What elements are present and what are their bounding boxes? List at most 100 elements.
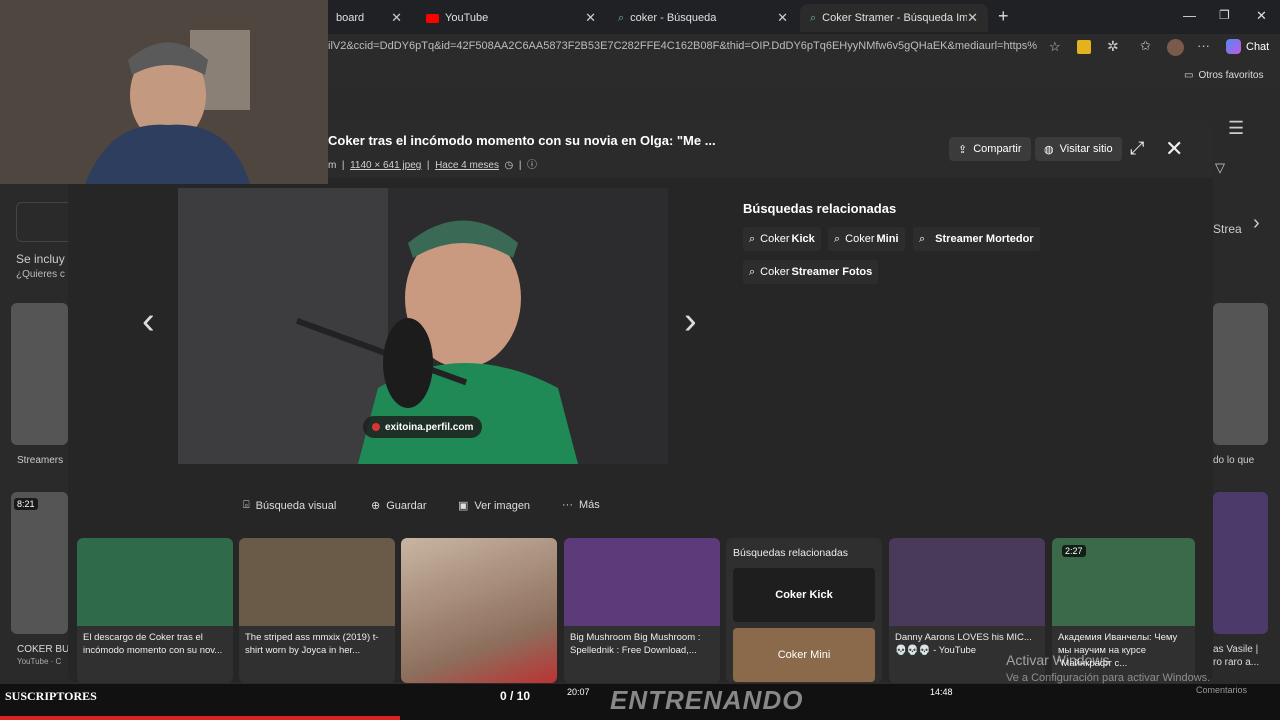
new-tab-button[interactable]: + [998, 6, 1009, 27]
carousel-thumbnail [401, 538, 557, 683]
related-chip[interactable]: ⌕ Coker Streamer Fotos [743, 260, 879, 284]
carousel-item[interactable]: The striped ass mmxix (2019) t-shirt wor… [239, 538, 395, 683]
carousel-item[interactable]: Big Mushroom Big Mushroom : Spellednik :… [564, 538, 720, 683]
bg-text: ro raro a... [1213, 657, 1260, 668]
related-card-title: Búsquedas relacionadas [733, 547, 848, 559]
puzzle-icon[interactable]: ✲ [1107, 38, 1119, 55]
source-label: exitoina.perfil.com [385, 421, 474, 433]
related-card-item[interactable]: Coker Kick [733, 568, 875, 622]
carousel-thumbnail [564, 538, 720, 626]
next-arrow-icon[interactable]: › [684, 300, 697, 343]
more-icon[interactable]: ··· [1197, 38, 1210, 53]
duration-badge: 20:07 [567, 687, 590, 697]
image-thumbnail[interactable] [1213, 492, 1268, 634]
share-button[interactable]: ⇪ Compartir [949, 137, 1031, 161]
image-dimensions[interactable]: 1140 × 641 jpeg [350, 160, 421, 171]
carousel-thumbnail [239, 538, 395, 626]
close-icon[interactable]: ✕ [391, 10, 402, 26]
carousel-item[interactable]: El descargo de Coker tras el incómodo mo… [77, 538, 233, 683]
action-label: Búsqueda visual [255, 499, 337, 512]
share-label: Compartir [973, 143, 1022, 155]
avatar[interactable] [1167, 39, 1184, 56]
save-button[interactable]: ⊕ Guardar [371, 499, 427, 513]
webcam-illustration [0, 0, 328, 184]
tab-coker-images[interactable]: ⌕ Coker Stramer - Búsqueda Imágen✕ [800, 4, 988, 32]
favorites-icon[interactable]: ✩ [1140, 38, 1151, 54]
lens-icon: ⌻ [243, 499, 250, 511]
carousel-item[interactable] [401, 538, 557, 683]
chip-prefix: Coker [760, 266, 790, 278]
tab-youtube[interactable]: YouTube ✕ [416, 4, 606, 32]
chip-prefix: Coker [845, 233, 875, 245]
tab-coker-search[interactable]: ⌕ coker - Búsqueda ✕ [608, 4, 798, 32]
image-meta: m | 1140 × 641 jpeg | Hace 4 meses ◷ | ⓘ [328, 160, 537, 171]
tab-dashboard[interactable]: board ✕ [326, 4, 412, 32]
source-badge[interactable]: exitoina.perfil.com [363, 416, 483, 438]
favorites-label: Otros favoritos [1198, 70, 1264, 81]
progress-bar [0, 716, 400, 720]
tab-label: board [336, 12, 365, 24]
image-thumbnail[interactable] [11, 303, 68, 445]
profile-card[interactable] [16, 202, 76, 242]
globe-icon: ◍ [1044, 143, 1054, 156]
search-icon: ⌕ [834, 232, 841, 245]
bg-text: Strea [1213, 222, 1242, 236]
chip-bold: Streamer Fotos [791, 266, 873, 278]
image-thumbnail[interactable] [11, 492, 68, 634]
bg-text: Comentarios [1196, 685, 1248, 695]
image-thumbnail[interactable] [1213, 303, 1268, 445]
close-window-button[interactable]: ✕ [1256, 8, 1267, 24]
info-icon[interactable]: ⓘ [527, 160, 537, 171]
activate-windows-subtext: Ve a Configuración para activar Windows. [1006, 672, 1211, 684]
copilot-icon [1226, 39, 1241, 54]
tab-label: Coker Stramer - Búsqueda Imágen [822, 12, 968, 24]
close-modal-button[interactable]: ✕ [1165, 136, 1183, 162]
related-card-item[interactable]: Coker Mini [733, 628, 875, 682]
url-field[interactable]: ilV2&ccid=DdDY6pTq&id=42F508AA2C6AA5873F… [328, 40, 1038, 52]
other-favorites[interactable]: ▭ Otros favoritos [1184, 70, 1263, 81]
bg-text: as Vasile | [1213, 644, 1259, 655]
more-button[interactable]: ··· Más [562, 499, 600, 511]
carousel-caption: El descargo de Coker tras el incómodo mo… [83, 632, 223, 656]
carousel-caption: The striped ass mmxix (2019) t-shirt wor… [245, 632, 379, 656]
youtube-icon [426, 13, 439, 23]
image-title[interactable]: Coker tras el incómodo momento con su no… [328, 133, 716, 148]
folder-icon: ▭ [1184, 70, 1194, 81]
view-image-button[interactable]: ▣ Ver imagen [458, 499, 530, 513]
action-label: Más [579, 499, 600, 511]
visit-site-button[interactable]: ◍ Visitar sitio [1035, 137, 1122, 161]
search-icon: ⌕ [749, 265, 756, 278]
bg-text: YouTube · C [17, 657, 62, 666]
chevron-right-icon[interactable]: › [1253, 212, 1260, 235]
meta-prefix: m [328, 160, 337, 171]
menu-icon[interactable]: ☰ [1228, 118, 1244, 139]
webcam-overlay [0, 0, 328, 184]
maximize-button[interactable]: ❐ [1219, 8, 1230, 22]
search-icon: ⌕ [919, 232, 926, 245]
bg-text: ¿Quieres c [16, 269, 65, 280]
carousel-caption: Big Mushroom Big Mushroom : Spellednik :… [570, 632, 701, 656]
close-icon[interactable]: ✕ [777, 10, 788, 26]
expand-icon[interactable]: ⤢ [1130, 138, 1144, 159]
action-label: Guardar [386, 499, 427, 512]
visual-search-button[interactable]: ⌻ Búsqueda visual [243, 499, 336, 512]
related-chip[interactable]: ⌕ Streamer Mortedor [913, 227, 1040, 251]
previous-arrow-icon[interactable]: ‹ [142, 300, 155, 343]
chat-button[interactable]: Chat [1226, 39, 1269, 54]
chat-label: Chat [1246, 40, 1270, 53]
image-icon: ▣ [458, 500, 469, 512]
related-chip[interactable]: ⌕ Coker Kick [743, 227, 821, 251]
subscribers-count: 0 / 10 [500, 689, 531, 703]
close-icon[interactable]: ✕ [967, 10, 978, 26]
related-chip[interactable]: ⌕ Coker Mini [828, 227, 905, 251]
carousel-thumbnail [77, 538, 233, 626]
close-icon[interactable]: ✕ [585, 10, 596, 26]
tab-label: YouTube [445, 12, 489, 24]
filter-icon[interactable]: ▽ [1215, 160, 1225, 176]
bg-text: COKER BU [17, 644, 70, 655]
minimize-button[interactable]: — [1183, 8, 1196, 23]
star-icon[interactable]: ☆ [1049, 39, 1061, 55]
extension-icon[interactable] [1077, 40, 1091, 54]
image-age[interactable]: Hace 4 meses [435, 160, 499, 171]
carousel-thumbnail [889, 538, 1045, 626]
